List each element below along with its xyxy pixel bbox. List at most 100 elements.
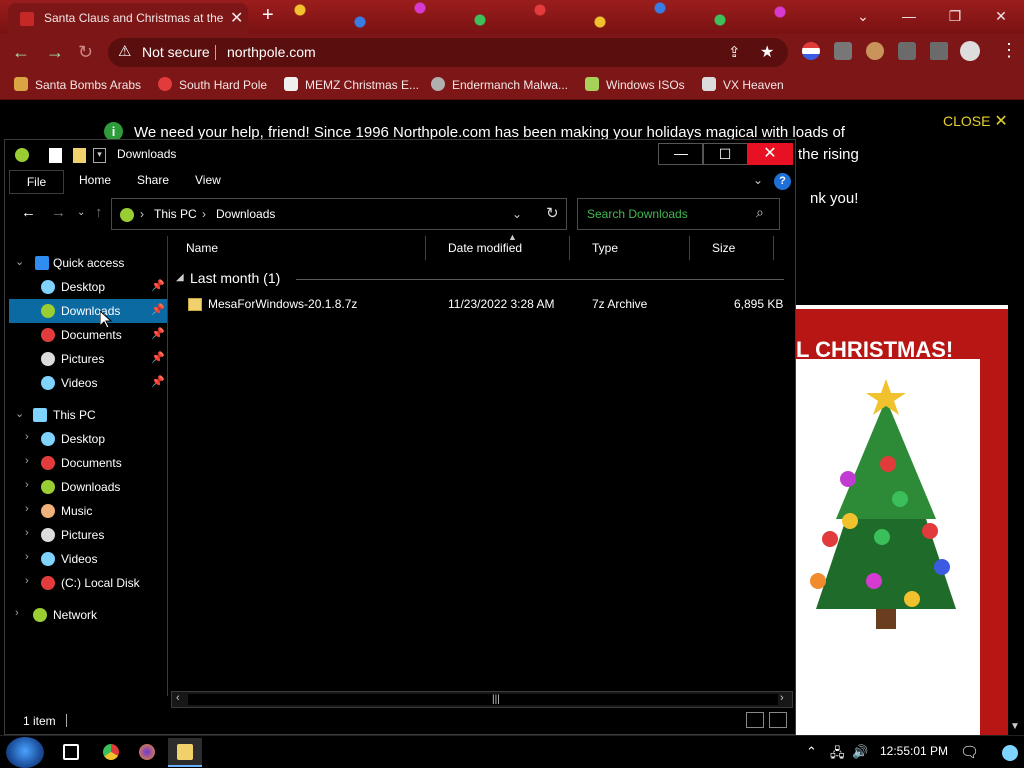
ribbon-tab-file[interactable]: File	[9, 170, 64, 194]
help-icon[interactable]: ?	[774, 173, 791, 190]
bookmark-item[interactable]: Santa Bombs Arabs	[14, 77, 141, 92]
recent-locations-chevron-icon[interactable]: ⌄	[77, 207, 85, 218]
tab-close-icon[interactable]: ✕	[230, 8, 243, 28]
warning-icon[interactable]: ⚠	[118, 42, 131, 60]
column-header-size[interactable]: Size	[704, 236, 774, 260]
explorer-close-button[interactable]: ✕	[747, 143, 793, 165]
pin-icon[interactable]: 📌	[151, 279, 165, 292]
nav-pc-videos[interactable]: › Videos	[5, 547, 167, 571]
page-scroll-down-icon[interactable]: ▼	[1010, 721, 1020, 732]
chevron-right-icon[interactable]: ›	[25, 503, 29, 515]
nav-quick-videos[interactable]: Videos 📌	[5, 371, 167, 395]
notification-center-icon[interactable]: 🗨	[960, 743, 979, 761]
nav-this-pc[interactable]: ⌄ This PC	[5, 403, 167, 427]
pin-icon[interactable]: 📌	[151, 375, 165, 388]
search-input[interactable]: Search Downloads ⌕	[577, 198, 780, 230]
column-header-type[interactable]: Type	[584, 236, 690, 260]
ribbon-expand-chevron-icon[interactable]: ⌄	[753, 173, 763, 187]
browser-restore-button[interactable]: ❐	[932, 2, 978, 30]
new-tab-icon[interactable]: +	[262, 4, 274, 27]
search-icon[interactable]: ⌕	[756, 204, 764, 221]
chevron-right-icon[interactable]: ›	[25, 431, 29, 443]
table-row[interactable]: MesaForWindows-20.1.8.7z 11/23/2022 3:28…	[168, 294, 788, 316]
nav-quick-downloads[interactable]: Downloads 📌	[9, 299, 167, 323]
security-label[interactable]: Not secure	[142, 44, 210, 60]
chevron-right-icon[interactable]: ›	[25, 575, 29, 587]
explorer-address-bar[interactable]: › This PC › Downloads ⌄ ↻	[111, 198, 567, 230]
nav-quick-pictures[interactable]: Pictures 📌	[5, 347, 167, 371]
taskbar-chrome[interactable]	[94, 738, 128, 767]
task-view-button[interactable]	[54, 738, 88, 767]
start-button[interactable]	[6, 737, 44, 768]
address-bar[interactable]: ⚠ Not secure northpole.com ⇪ ★	[108, 38, 788, 67]
chevron-right-icon[interactable]: ›	[25, 527, 29, 539]
nav-pc-desktop[interactable]: › Desktop	[5, 427, 167, 451]
bookmark-item[interactable]: Endermanch Malwa...	[431, 77, 568, 92]
up-arrow-icon[interactable]: ↑	[95, 204, 103, 221]
forward-icon[interactable]: →	[46, 42, 64, 63]
flag-extension-icon[interactable]	[802, 42, 820, 60]
extensions-puzzle-icon[interactable]	[898, 42, 916, 60]
collapse-triangle-icon[interactable]: ◢	[176, 272, 184, 283]
taskbar-clock[interactable]: 12:55:01 PM	[880, 744, 948, 758]
browser-tab[interactable]: Santa Claus and Christmas at the ✕	[8, 3, 248, 34]
explorer-maximize-button[interactable]: ☐	[702, 143, 748, 165]
nav-pc-downloads[interactable]: › Downloads	[5, 475, 167, 499]
tab-search-icon[interactable]: ⌄	[840, 2, 886, 30]
browser-close-button[interactable]: ✕	[978, 2, 1024, 30]
ribbon-tab-view[interactable]: View	[195, 173, 221, 187]
profile-avatar-icon[interactable]	[960, 41, 980, 61]
banner-close-button[interactable]: CLOSE ✕	[943, 111, 1008, 131]
reload-icon[interactable]: ↻	[78, 42, 93, 63]
properties-quick-icon[interactable]	[49, 148, 62, 163]
network-tray-icon[interactable]: 🖧	[830, 744, 845, 766]
app-tray-icon[interactable]	[1002, 745, 1018, 761]
ribbon-tab-home[interactable]: Home	[79, 173, 111, 187]
browser-minimize-button[interactable]: —	[886, 2, 932, 30]
bookmark-item[interactable]: South Hard Pole	[158, 77, 267, 92]
taskbar-file-explorer[interactable]	[168, 738, 202, 767]
menu-kebab-icon[interactable]: ⋮	[1000, 40, 1018, 61]
scroll-left-icon[interactable]: ‹	[176, 692, 180, 704]
url-text[interactable]: northpole.com	[227, 44, 316, 60]
nav-quick-documents[interactable]: Documents 📌	[5, 323, 167, 347]
nav-pc-music[interactable]: › Music	[5, 499, 167, 523]
nav-pc-local-disk[interactable]: › (C:) Local Disk	[5, 571, 167, 595]
new-folder-quick-icon[interactable]	[73, 148, 86, 163]
chevron-right-icon[interactable]: ›	[25, 551, 29, 563]
horizontal-scrollbar[interactable]: ‹ ||| ›	[171, 691, 793, 708]
explorer-forward-icon[interactable]: →	[51, 204, 66, 221]
explorer-minimize-button[interactable]: —	[658, 143, 704, 165]
quick-access-toolbar-dropdown-icon[interactable]: ▾	[93, 148, 106, 163]
pin-icon[interactable]: 📌	[151, 303, 165, 316]
group-header[interactable]: ◢ Last month (1)	[172, 270, 784, 290]
taskbar-firefox[interactable]	[130, 738, 164, 767]
nav-quick-access[interactable]: ⌄ Quick access	[5, 251, 167, 275]
volume-icon[interactable]: 🔊	[852, 744, 868, 760]
explorer-back-icon[interactable]: ←	[21, 204, 36, 221]
chevron-right-icon[interactable]: ›	[25, 455, 29, 467]
nav-quick-desktop[interactable]: Desktop 📌	[5, 275, 167, 299]
nav-pc-documents[interactable]: › Documents	[5, 451, 167, 475]
scrollbar-thumb[interactable]: |||	[188, 694, 778, 705]
chevron-down-icon[interactable]: ⌄	[15, 407, 24, 420]
avatar-extension-icon[interactable]	[866, 42, 884, 60]
chevron-down-icon[interactable]: ⌄	[15, 255, 24, 268]
tray-overflow-chevron-icon[interactable]: ⌃	[806, 744, 817, 760]
refresh-icon[interactable]: ↻	[546, 204, 559, 222]
scroll-right-icon[interactable]: ›	[780, 692, 784, 704]
column-header-name[interactable]: Name	[178, 236, 426, 260]
details-view-icon[interactable]	[746, 712, 764, 728]
s-extension-icon[interactable]	[834, 42, 852, 60]
large-icons-view-icon[interactable]	[769, 712, 787, 728]
explorer-title-bar[interactable]: ▾ Downloads — ☐ ✕	[5, 140, 795, 170]
chevron-right-icon[interactable]: ›	[15, 607, 19, 619]
breadcrumb-separator-icon[interactable]: ›	[140, 207, 144, 221]
nav-network[interactable]: › Network	[5, 603, 167, 627]
side-panel-icon[interactable]	[930, 42, 948, 60]
bookmark-item[interactable]: VX Heaven	[702, 77, 784, 92]
explorer-app-icon[interactable]	[15, 148, 29, 162]
bookmark-item[interactable]: Windows ISOs	[585, 77, 685, 92]
back-icon[interactable]: ←	[12, 42, 30, 63]
share-icon[interactable]: ⇪	[728, 43, 741, 61]
